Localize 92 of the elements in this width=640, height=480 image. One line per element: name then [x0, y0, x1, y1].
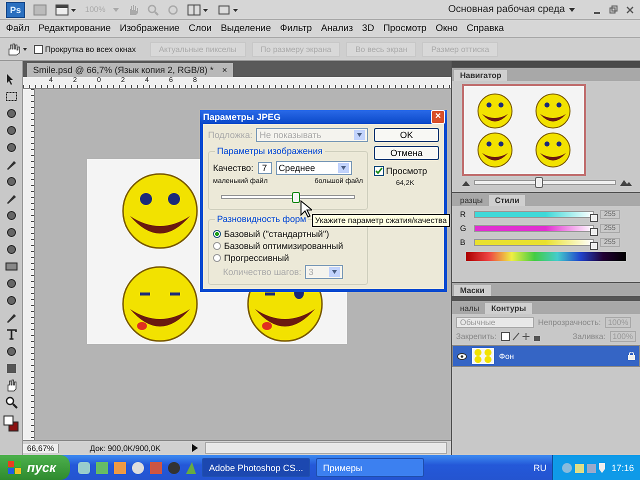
radio-button[interactable]	[213, 230, 221, 238]
layer-thumbnail-drawing	[472, 348, 494, 364]
fill-label: Заливка:	[572, 332, 606, 341]
group-title: Разновидность форм	[215, 214, 308, 224]
close-icon[interactable]	[626, 6, 634, 14]
radio-label: Базовый оптимизированный	[224, 241, 344, 251]
menu-item[interactable]: Просмотр	[383, 23, 427, 34]
marquee-tool-icon[interactable]	[4, 90, 18, 103]
menu-item[interactable]: Файл	[6, 23, 30, 34]
channel-label: B	[460, 238, 466, 247]
lock-icon	[628, 352, 635, 360]
play-icon[interactable]	[191, 443, 200, 453]
format-radio[interactable]: Базовый оптимизированный	[213, 241, 363, 251]
layer-row[interactable]: Фон	[452, 345, 640, 367]
menu-item[interactable]: 3D	[362, 23, 374, 34]
hand-tool-icon[interactable]	[6, 42, 28, 56]
shape-tool-icon[interactable]	[4, 362, 18, 375]
menu-item[interactable]: Окно	[436, 23, 458, 34]
slider-thumb[interactable]	[292, 192, 300, 203]
group-title: Параметры изображения	[215, 146, 325, 156]
menu-item[interactable]: Фильтр	[280, 23, 312, 34]
panel-tab[interactable]: Стили	[488, 195, 526, 206]
cancel-button[interactable]: Отмена	[374, 146, 439, 160]
workspace-dropdown[interactable]: Основная рабочая среда	[448, 4, 565, 15]
eye-icon[interactable]	[457, 352, 467, 360]
tray-icons-drawing[interactable]	[561, 462, 606, 474]
color-swatches-icon[interactable]	[3, 415, 19, 433]
panel-tab[interactable]: разцы	[454, 195, 489, 206]
checkbox[interactable]	[374, 166, 384, 176]
slider-thumb[interactable]	[590, 214, 598, 222]
zoom-slider[interactable]	[474, 180, 616, 185]
screen-mode-icon[interactable]	[217, 4, 240, 16]
zoom-level[interactable]: 66,67%	[23, 444, 60, 452]
preview-label: Просмотр	[386, 166, 428, 176]
radio-button[interactable]	[213, 254, 221, 262]
scans-label: Количество шагов:	[223, 267, 302, 277]
radio-label: Прогрессивный	[224, 253, 290, 263]
start-button[interactable]: пуск	[0, 455, 70, 480]
dialog-title: Параметры JPEG	[203, 112, 281, 122]
restore-icon[interactable]	[609, 5, 618, 14]
quality-field[interactable]: 7	[258, 162, 272, 174]
checkbox[interactable]	[34, 44, 43, 54]
panel-tab[interactable]: Навигатор	[454, 70, 508, 81]
quick-launch-icons-drawing[interactable]	[76, 460, 196, 474]
close-button[interactable]: ×	[431, 110, 445, 124]
menu-item[interactable]: Выделение	[220, 23, 272, 34]
menu-item[interactable]: Анализ	[320, 23, 354, 34]
menu-item[interactable]: Слои	[188, 23, 212, 34]
dropdown-arrow-icon[interactable]	[329, 267, 340, 277]
quality-label: Качество:	[213, 163, 254, 173]
document-tab[interactable]: Smile.psd @ 66,7% (Язык копия 2, RGB/8) * ×	[27, 63, 234, 77]
slider-thumb[interactable]	[590, 242, 598, 250]
zoom-tool-icon[interactable]	[4, 396, 18, 409]
arrange-icon[interactable]	[187, 4, 210, 16]
hand-tool-icon[interactable]	[4, 379, 18, 392]
mountain-large-icon[interactable]	[620, 179, 632, 186]
panel-tab[interactable]: Контуры	[485, 303, 532, 314]
color-spectrum[interactable]	[466, 252, 626, 261]
tooltip: Укажите параметр сжатия/качества	[312, 214, 450, 227]
format-radio[interactable]: Базовый ("стандартный")	[213, 229, 363, 239]
panel-tab[interactable]: Маски	[454, 285, 491, 296]
radio-label: Базовый ("стандартный")	[224, 229, 330, 239]
opacity-label: Непрозрачность:	[538, 318, 601, 327]
language-indicator[interactable]: RU	[533, 462, 546, 472]
menu-item[interactable]: Справка	[466, 23, 504, 34]
format-radio[interactable]: Прогрессивный	[213, 253, 363, 263]
dropdown-arrow-icon[interactable]	[354, 130, 365, 140]
quality-dropdown[interactable]: Среднее	[276, 161, 352, 175]
taskbar-button[interactable]: Adobe Photoshop CS...	[202, 458, 310, 477]
lock-icons-drawing[interactable]	[500, 332, 541, 341]
document-size: Док: 900,0K/900,0K	[88, 444, 162, 452]
ok-button[interactable]: OK	[374, 128, 439, 142]
slider-thumb[interactable]	[590, 228, 598, 236]
radio-button[interactable]	[213, 242, 221, 250]
taskbar-button[interactable]: Примеры	[316, 458, 424, 477]
dropdown-arrow-icon[interactable]	[338, 163, 349, 173]
channel-label: R	[460, 210, 467, 219]
menu-item[interactable]: Изображение	[120, 23, 180, 34]
view-icon[interactable]	[55, 4, 78, 16]
clock: 17:16	[611, 462, 634, 472]
menu-item[interactable]: Редактирование	[38, 23, 111, 34]
text-tool-icon[interactable]	[4, 328, 18, 341]
caret-icon[interactable]	[569, 8, 575, 12]
slider-thumb[interactable]	[535, 177, 543, 188]
lock-label: Закрепить:	[456, 332, 497, 341]
channel-label: G	[460, 224, 468, 233]
photoshop-logo[interactable]: Ps	[6, 2, 26, 18]
horizontal-scrollbar[interactable]	[205, 442, 447, 454]
windows-flag-icon	[8, 461, 22, 474]
mountain-small-icon[interactable]	[462, 180, 470, 186]
matte-label: Подложка:	[208, 130, 252, 140]
panel-tab[interactable]: налы	[454, 303, 486, 314]
